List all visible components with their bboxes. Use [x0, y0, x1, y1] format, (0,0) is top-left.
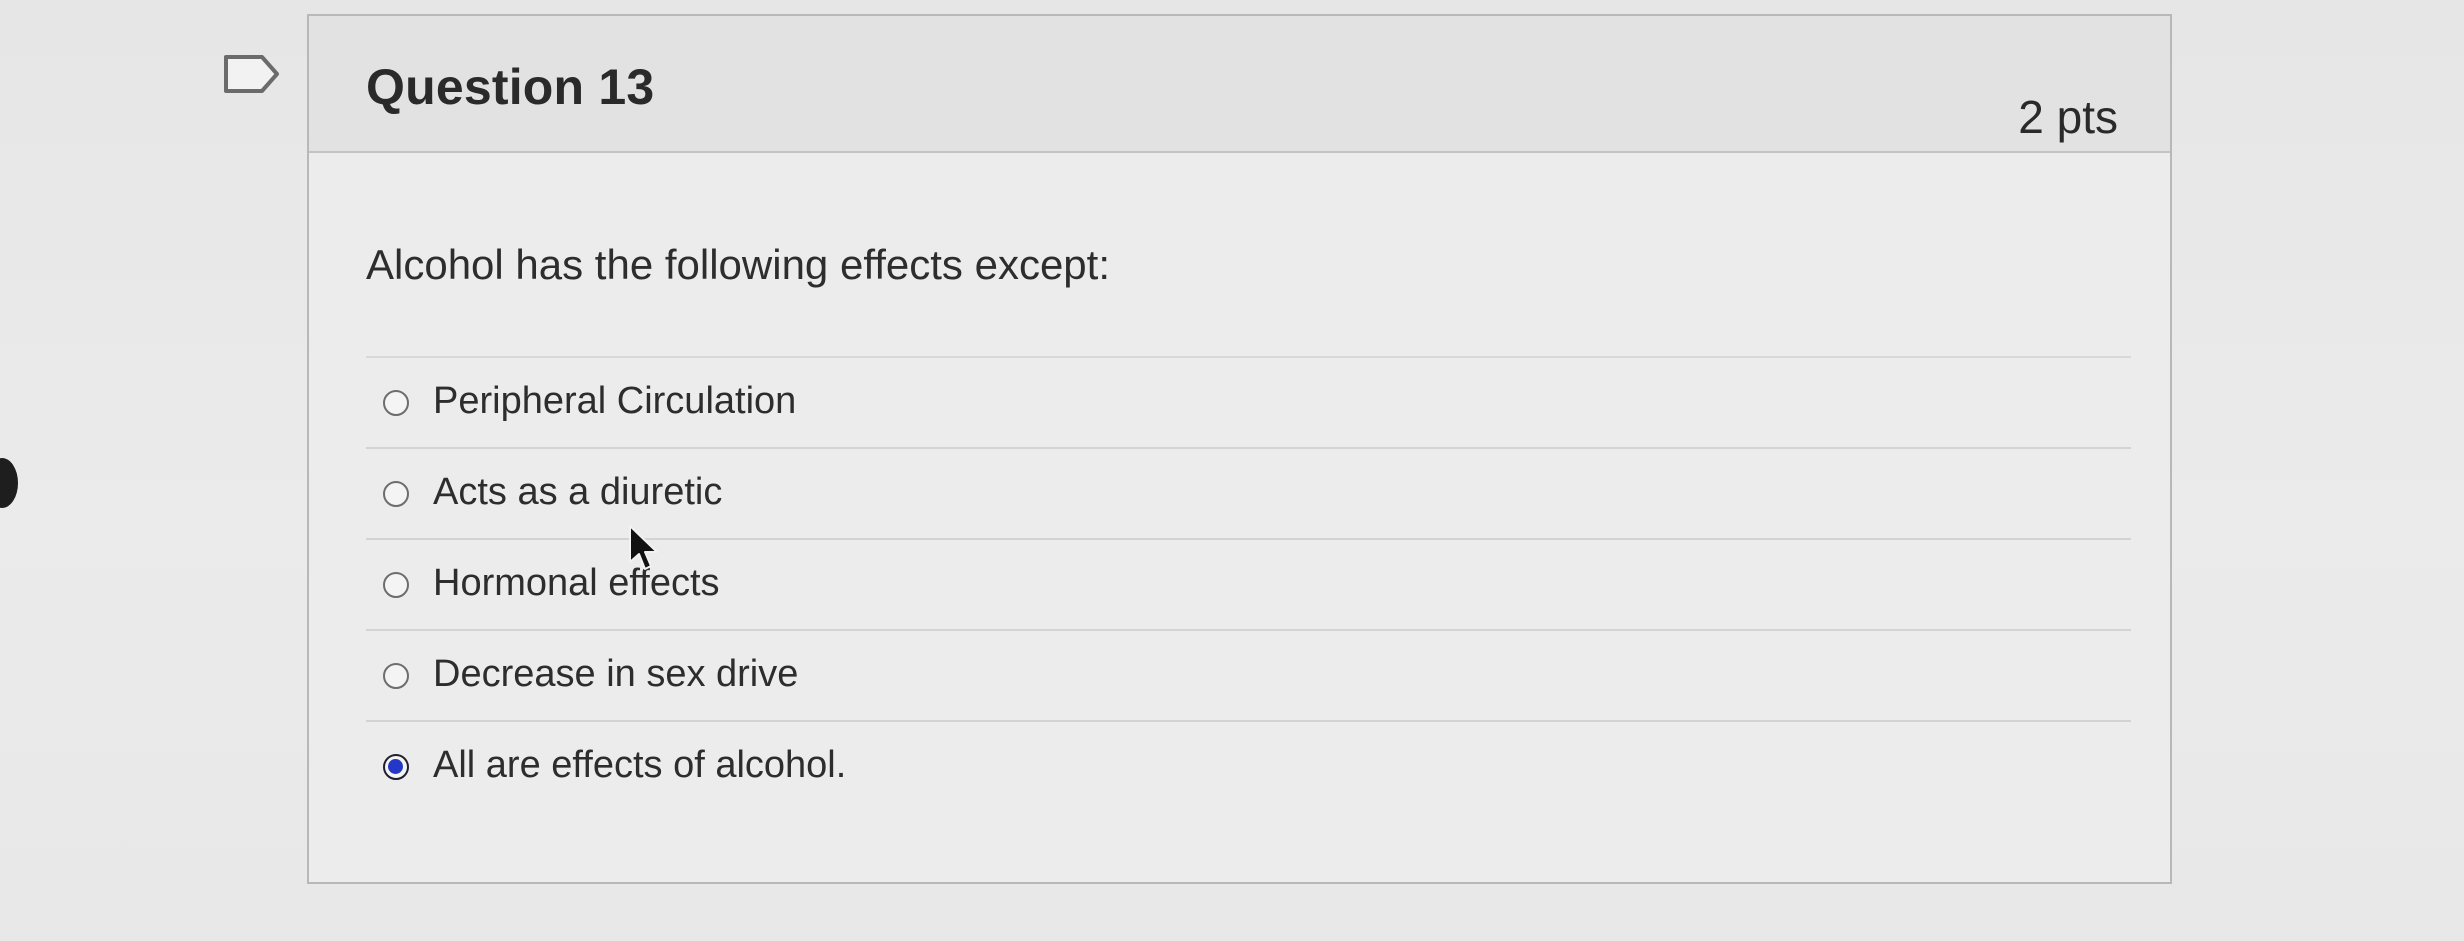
flag-question-icon[interactable]: [222, 54, 282, 94]
question-card: Question 13 2 pts Alcohol has the follow…: [307, 14, 2172, 884]
mouse-pointer-icon: [629, 525, 658, 570]
answer-label[interactable]: Hormonal effects: [433, 562, 720, 605]
answer-option[interactable]: All are effects of alcohol.: [366, 720, 2131, 811]
answer-label[interactable]: Peripheral Circulation: [433, 380, 796, 423]
radio-button[interactable]: [383, 572, 409, 598]
answer-option[interactable]: Peripheral Circulation: [366, 356, 2131, 447]
question-points: 2 pts: [2018, 91, 2118, 143]
radio-button[interactable]: [383, 663, 409, 689]
radio-button-selected[interactable]: [383, 754, 409, 780]
answer-label[interactable]: Decrease in sex drive: [433, 653, 798, 696]
question-prompt: Alcohol has the following effects except…: [366, 241, 1111, 288]
radio-button[interactable]: [383, 390, 409, 416]
answer-list: Peripheral Circulation Acts as a diureti…: [366, 356, 2131, 811]
question-header: Question 13 2 pts: [309, 16, 2170, 153]
answer-label[interactable]: All are effects of alcohol.: [433, 744, 846, 787]
answer-option[interactable]: Decrease in sex drive: [366, 629, 2131, 720]
answer-label[interactable]: Acts as a diuretic: [433, 471, 722, 514]
radio-button[interactable]: [383, 481, 409, 507]
question-title: Question 13: [366, 59, 655, 115]
